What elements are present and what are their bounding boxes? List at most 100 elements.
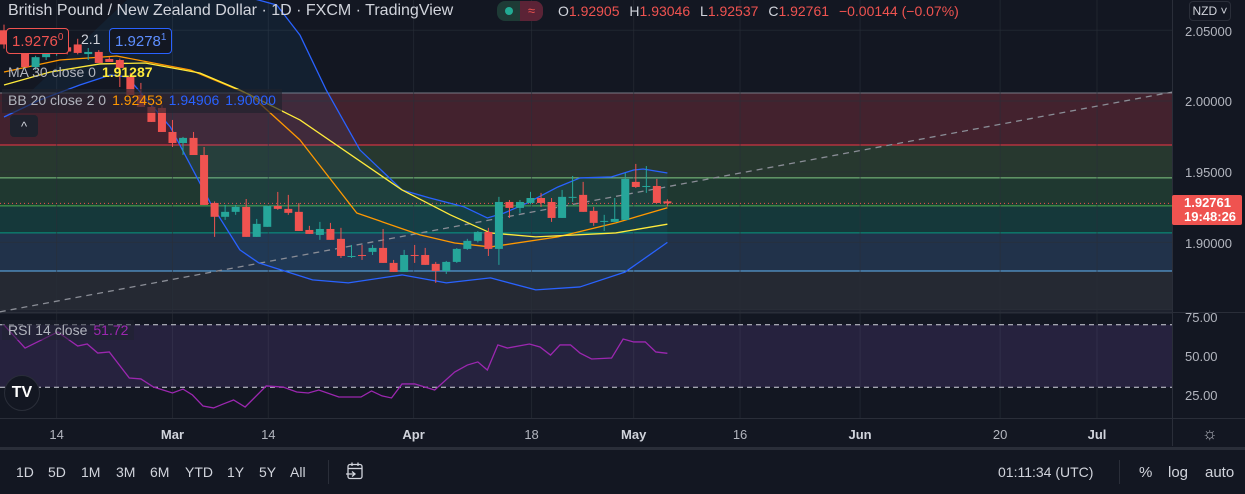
time-tick-label: Mar [160, 427, 185, 442]
candle-up[interactable] [179, 137, 188, 143]
candle-down[interactable] [579, 194, 588, 212]
collapse-legend-button[interactable]: ^ [10, 115, 38, 137]
candle-up[interactable] [84, 51, 93, 55]
price-chart[interactable] [0, 0, 1172, 418]
candle-down[interactable] [284, 208, 293, 213]
sell-button[interactable]: 1.92760 [6, 28, 70, 54]
candle-up[interactable] [452, 248, 461, 262]
market-status[interactable]: ≈ [497, 1, 543, 21]
candle-up[interactable] [442, 261, 451, 271]
period-all-button[interactable]: All [290, 464, 306, 480]
candle-up[interactable] [515, 201, 524, 208]
rsi-legend[interactable]: RSI 14 close 51.72 [2, 320, 135, 340]
candle-down[interactable] [168, 131, 177, 143]
period-1y-button[interactable]: 1Y [227, 464, 244, 480]
candle-down[interactable] [631, 181, 640, 187]
bb-legend[interactable]: BB 20 close 2 0 1.92453 1.94906 1.90000 [2, 89, 282, 113]
auto-scale-toggle[interactable]: auto [1205, 464, 1234, 481]
spread-value: 2.1 [81, 31, 101, 47]
period-5d-button[interactable]: 5D [48, 464, 66, 480]
rsi-legend-name: RSI 14 close [8, 322, 88, 338]
candle-down[interactable] [389, 262, 398, 272]
axis-divider [1172, 418, 1245, 419]
candle-up[interactable] [463, 240, 472, 249]
candle-up[interactable] [600, 220, 609, 222]
candle-down[interactable] [358, 254, 367, 256]
period-3m-button[interactable]: 3M [116, 464, 135, 480]
candle-down[interactable] [589, 210, 598, 223]
bar-countdown: 19:48:26 [1184, 209, 1237, 224]
candle-down[interactable] [421, 254, 430, 265]
symbol-title[interactable]: British Pound / New Zealand Dollar · 1D … [8, 2, 453, 20]
time-tick-label: 16 [732, 427, 748, 442]
time-axis[interactable]: 14 Mar 14 Apr 18 May 16 Jun 20 Jul [0, 418, 1172, 446]
close-value: 1.92761 [778, 3, 830, 19]
period-6m-button[interactable]: 6M [150, 464, 169, 480]
candle-up[interactable] [568, 196, 577, 198]
candle-down[interactable] [505, 201, 514, 208]
candle-down[interactable] [431, 263, 440, 271]
candle-up[interactable] [347, 255, 356, 257]
candle-up[interactable] [368, 247, 377, 252]
time-tick-label: 14 [261, 427, 276, 442]
candle-up[interactable] [526, 198, 535, 203]
candle-down[interactable] [200, 155, 209, 205]
candle-down[interactable] [273, 205, 282, 209]
candle-up[interactable] [610, 218, 619, 222]
candle-down[interactable] [652, 185, 661, 203]
candle-down[interactable] [105, 59, 114, 62]
buy-price: 1.9278 [115, 33, 161, 50]
clock-timezone-button[interactable]: 01:11:34 (UTC) [998, 464, 1093, 480]
candle-up[interactable] [400, 254, 409, 272]
candle-up[interactable] [473, 231, 482, 241]
candle-up[interactable] [221, 211, 230, 217]
candle-up[interactable] [231, 206, 240, 212]
candle-down[interactable] [537, 198, 546, 203]
go-to-date-calendar-icon[interactable] [345, 461, 365, 481]
time-tick-label: Apr [402, 427, 425, 442]
buy-button[interactable]: 1.92781 [109, 28, 173, 54]
candle-down[interactable] [336, 238, 345, 256]
candle-down[interactable] [379, 247, 388, 263]
candle-down[interactable] [242, 206, 251, 237]
period-1d-button[interactable]: 1D [16, 464, 34, 480]
candle-up[interactable] [642, 185, 651, 187]
period-ytd-button[interactable]: YTD [185, 464, 213, 480]
candle-down[interactable] [305, 229, 314, 234]
buy-price-pip: 1 [160, 32, 167, 43]
high-label: H [629, 3, 640, 19]
currency-label: NZD [1192, 4, 1218, 18]
ma-legend-name: MA 30 close 0 [8, 64, 96, 80]
candle-down[interactable] [94, 51, 103, 63]
time-tick-label: Jul [1087, 427, 1107, 442]
tradingview-logo[interactable]: TV [4, 375, 40, 411]
candle-up[interactable] [315, 228, 324, 235]
time-tick-label: Jun [848, 427, 872, 442]
candle-up[interactable] [558, 196, 567, 218]
chart-settings-icon[interactable]: ☼ [1202, 424, 1218, 444]
time-tick-label: May [621, 427, 647, 442]
candle-down[interactable] [210, 202, 219, 217]
delayed-data-icon: ≈ [520, 1, 543, 21]
rsi-tick: 25.00 [1185, 388, 1218, 403]
period-5y-button[interactable]: 5Y [259, 464, 276, 480]
candle-down[interactable] [484, 231, 493, 249]
candle-down[interactable] [663, 201, 672, 204]
change-value: −0.00144 (−0.07%) [838, 3, 959, 19]
candle-down[interactable] [410, 254, 419, 256]
candle-down[interactable] [294, 211, 303, 231]
candle-up[interactable] [252, 223, 261, 237]
candle-down[interactable] [326, 228, 335, 240]
currency-dropdown[interactable]: NZD ˅ [1189, 1, 1231, 21]
candle-up[interactable] [263, 205, 272, 227]
ma-legend[interactable]: MA 30 close 0 1.91287 [8, 64, 153, 80]
candle-up[interactable] [621, 178, 630, 220]
candle-down[interactable] [547, 201, 556, 218]
percent-scale-toggle[interactable]: % [1139, 464, 1152, 481]
candle-up[interactable] [494, 201, 503, 249]
low-value: 1.92537 [707, 3, 759, 19]
candle-down[interactable] [189, 137, 198, 156]
log-scale-toggle[interactable]: log [1168, 464, 1188, 481]
chevron-down-icon: ˅ [1217, 4, 1228, 18]
period-1m-button[interactable]: 1M [81, 464, 100, 480]
